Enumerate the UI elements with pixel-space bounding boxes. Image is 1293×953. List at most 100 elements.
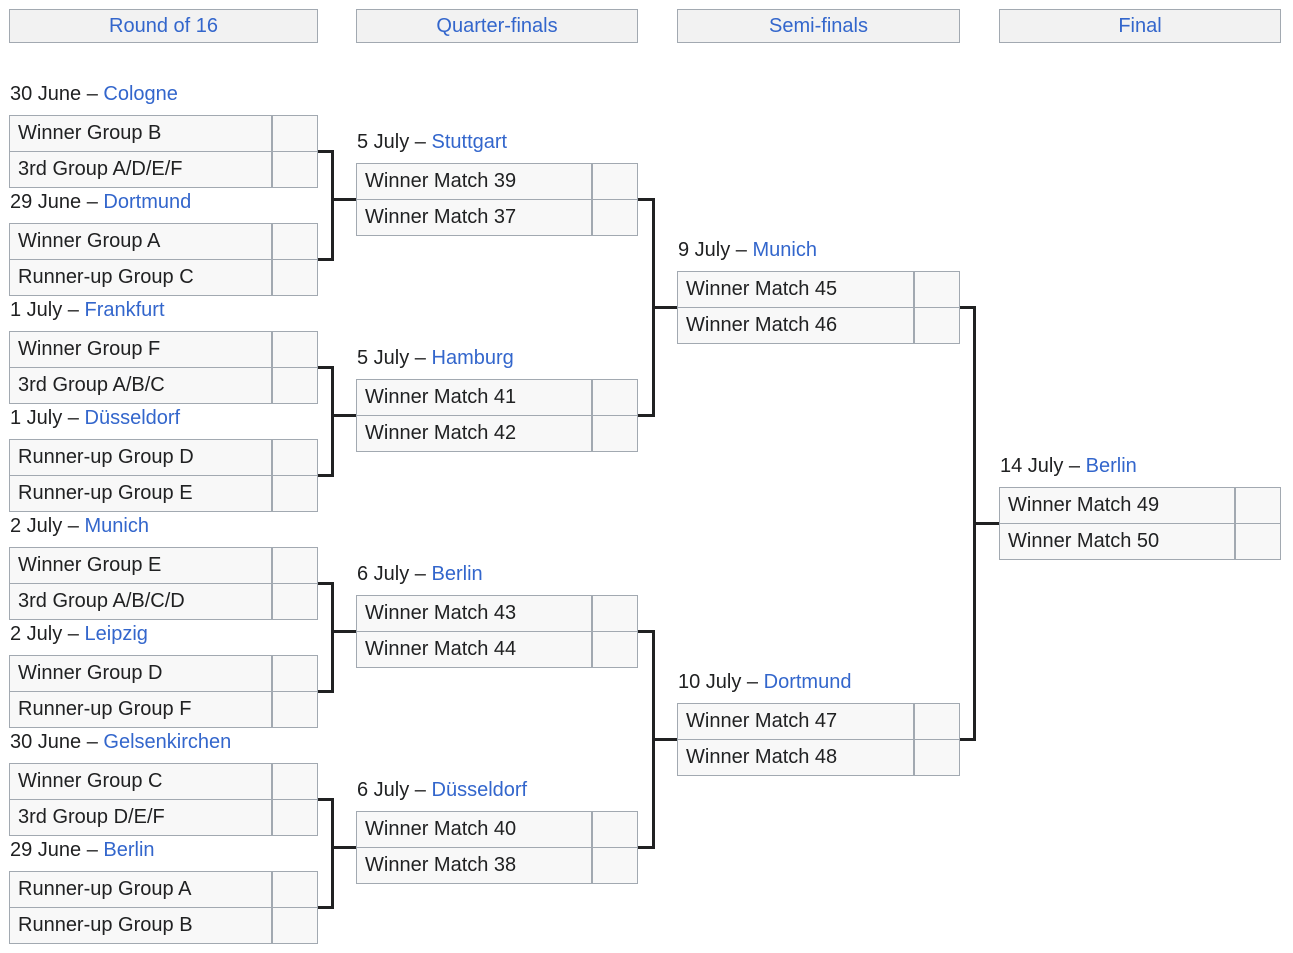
team-name: Winner Group A <box>18 230 161 252</box>
round-header-quarter-finals[interactable]: Quarter-finals <box>356 9 638 43</box>
match-date: 5 July <box>357 347 410 369</box>
venue-link[interactable]: Stuttgart <box>432 131 508 153</box>
team-score <box>271 583 317 620</box>
team-score <box>913 703 959 740</box>
bracket-connector-line <box>331 582 334 693</box>
r16-match-label: 1 July – Frankfurt <box>10 298 165 322</box>
r16-match-label: 30 June – Cologne <box>10 82 178 106</box>
team-score <box>1234 487 1280 524</box>
team-name: Winner Match 47 <box>686 710 838 732</box>
round-header-round-of-16[interactable]: Round of 16 <box>9 9 318 43</box>
separator: – <box>62 299 85 321</box>
team-row: Runner-up Group B <box>9 907 318 944</box>
match-date: 29 June <box>10 839 82 861</box>
team-name: Winner Match 39 <box>365 170 517 192</box>
team-name: 3rd Group D/E/F <box>18 806 165 828</box>
bracket-connector-line <box>331 150 334 261</box>
venue-link[interactable]: Berlin <box>103 839 154 861</box>
qf-match: Winner Match 43 Winner Match 44 <box>356 595 638 668</box>
team-name: Winner Match 50 <box>1008 530 1160 552</box>
team-name: Runner-up Group A <box>18 878 192 900</box>
bracket-connector-line <box>331 198 356 201</box>
separator: – <box>81 731 104 753</box>
team-name: Winner Group B <box>18 122 162 144</box>
separator: – <box>81 191 104 213</box>
team-name: Runner-up Group E <box>18 482 193 504</box>
separator: – <box>730 239 753 261</box>
round-header-final[interactable]: Final <box>999 9 1281 43</box>
separator: – <box>81 839 104 861</box>
sf-match-label: 9 July – Munich <box>678 238 817 262</box>
qf-match: Winner Match 40 Winner Match 38 <box>356 811 638 884</box>
venue-link[interactable]: Munich <box>85 515 149 537</box>
venue-link[interactable]: Dortmund <box>103 191 191 213</box>
r16-match: Runner-up Group D Runner-up Group E <box>9 439 318 512</box>
venue-link[interactable]: Leipzig <box>85 623 148 645</box>
team-name: Winner Match 42 <box>365 422 517 444</box>
venue-link[interactable]: Düsseldorf <box>85 407 181 429</box>
team-name: Winner Match 40 <box>365 818 517 840</box>
match-date: 6 July <box>357 563 410 585</box>
team-name: Winner Match 37 <box>365 206 517 228</box>
team-score <box>271 871 317 908</box>
team-name: 3rd Group A/B/C/D <box>18 590 185 612</box>
venue-link[interactable]: Cologne <box>103 83 178 105</box>
team-name: Winner Match 48 <box>686 746 838 768</box>
bracket-connector-line <box>331 846 356 849</box>
team-row: Winner Match 42 <box>356 415 638 452</box>
venue-link[interactable]: Düsseldorf <box>432 779 528 801</box>
match-date: 2 July <box>10 623 63 645</box>
venue-link[interactable]: Frankfurt <box>85 299 165 321</box>
venue-link[interactable]: Berlin <box>432 563 483 585</box>
team-name: Winner Match 41 <box>365 386 517 408</box>
bracket-connector-line <box>331 414 356 417</box>
team-row: Winner Match 50 <box>999 523 1281 560</box>
r16-match: Runner-up Group A Runner-up Group B <box>9 871 318 944</box>
team-score <box>271 367 317 404</box>
team-row: Runner-up Group F <box>9 691 318 728</box>
team-name: Winner Group C <box>18 770 163 792</box>
team-name: Winner Group F <box>18 338 161 360</box>
match-date: 2 July <box>10 515 63 537</box>
team-row: Runner-up Group C <box>9 259 318 296</box>
venue-link[interactable]: Gelsenkirchen <box>103 731 231 753</box>
team-row: Winner Match 49 <box>999 487 1281 524</box>
team-score <box>913 271 959 308</box>
r16-match: Winner Group B 3rd Group A/D/E/F <box>9 115 318 188</box>
team-row: Runner-up Group D <box>9 439 318 476</box>
separator: – <box>409 779 432 801</box>
venue-link[interactable]: Berlin <box>1086 455 1137 477</box>
separator: – <box>409 563 432 585</box>
team-score <box>271 115 317 152</box>
venue-link[interactable]: Hamburg <box>432 347 514 369</box>
team-row: Winner Group E <box>9 547 318 584</box>
team-score <box>271 907 317 944</box>
team-name: Winner Match 44 <box>365 638 517 660</box>
team-name: Winner Match 46 <box>686 314 838 336</box>
team-score <box>271 151 317 188</box>
team-score <box>271 439 317 476</box>
qf-match-label: 5 July – Hamburg <box>357 346 514 370</box>
bracket-connector-line <box>652 306 677 309</box>
team-score <box>913 307 959 344</box>
team-row: 3rd Group A/B/C/D <box>9 583 318 620</box>
bracket-connector-line <box>652 738 677 741</box>
separator: – <box>409 347 432 369</box>
team-score <box>271 763 317 800</box>
qf-match-label: 6 July – Berlin <box>357 562 483 586</box>
round-header-semi-finals[interactable]: Semi-finals <box>677 9 960 43</box>
team-score <box>913 739 959 776</box>
team-row: Runner-up Group A <box>9 871 318 908</box>
team-name: Winner Match 38 <box>365 854 517 876</box>
venue-link[interactable]: Munich <box>753 239 817 261</box>
team-score <box>591 379 637 416</box>
qf-match: Winner Match 39 Winner Match 37 <box>356 163 638 236</box>
venue-link[interactable]: Dortmund <box>764 671 852 693</box>
team-row: Winner Match 46 <box>677 307 960 344</box>
team-name: Runner-up Group C <box>18 266 194 288</box>
team-name: Winner Group E <box>18 554 162 576</box>
match-date: 1 July <box>10 407 63 429</box>
separator: – <box>409 131 432 153</box>
r16-match-label: 1 July – Düsseldorf <box>10 406 180 430</box>
team-score <box>271 223 317 260</box>
